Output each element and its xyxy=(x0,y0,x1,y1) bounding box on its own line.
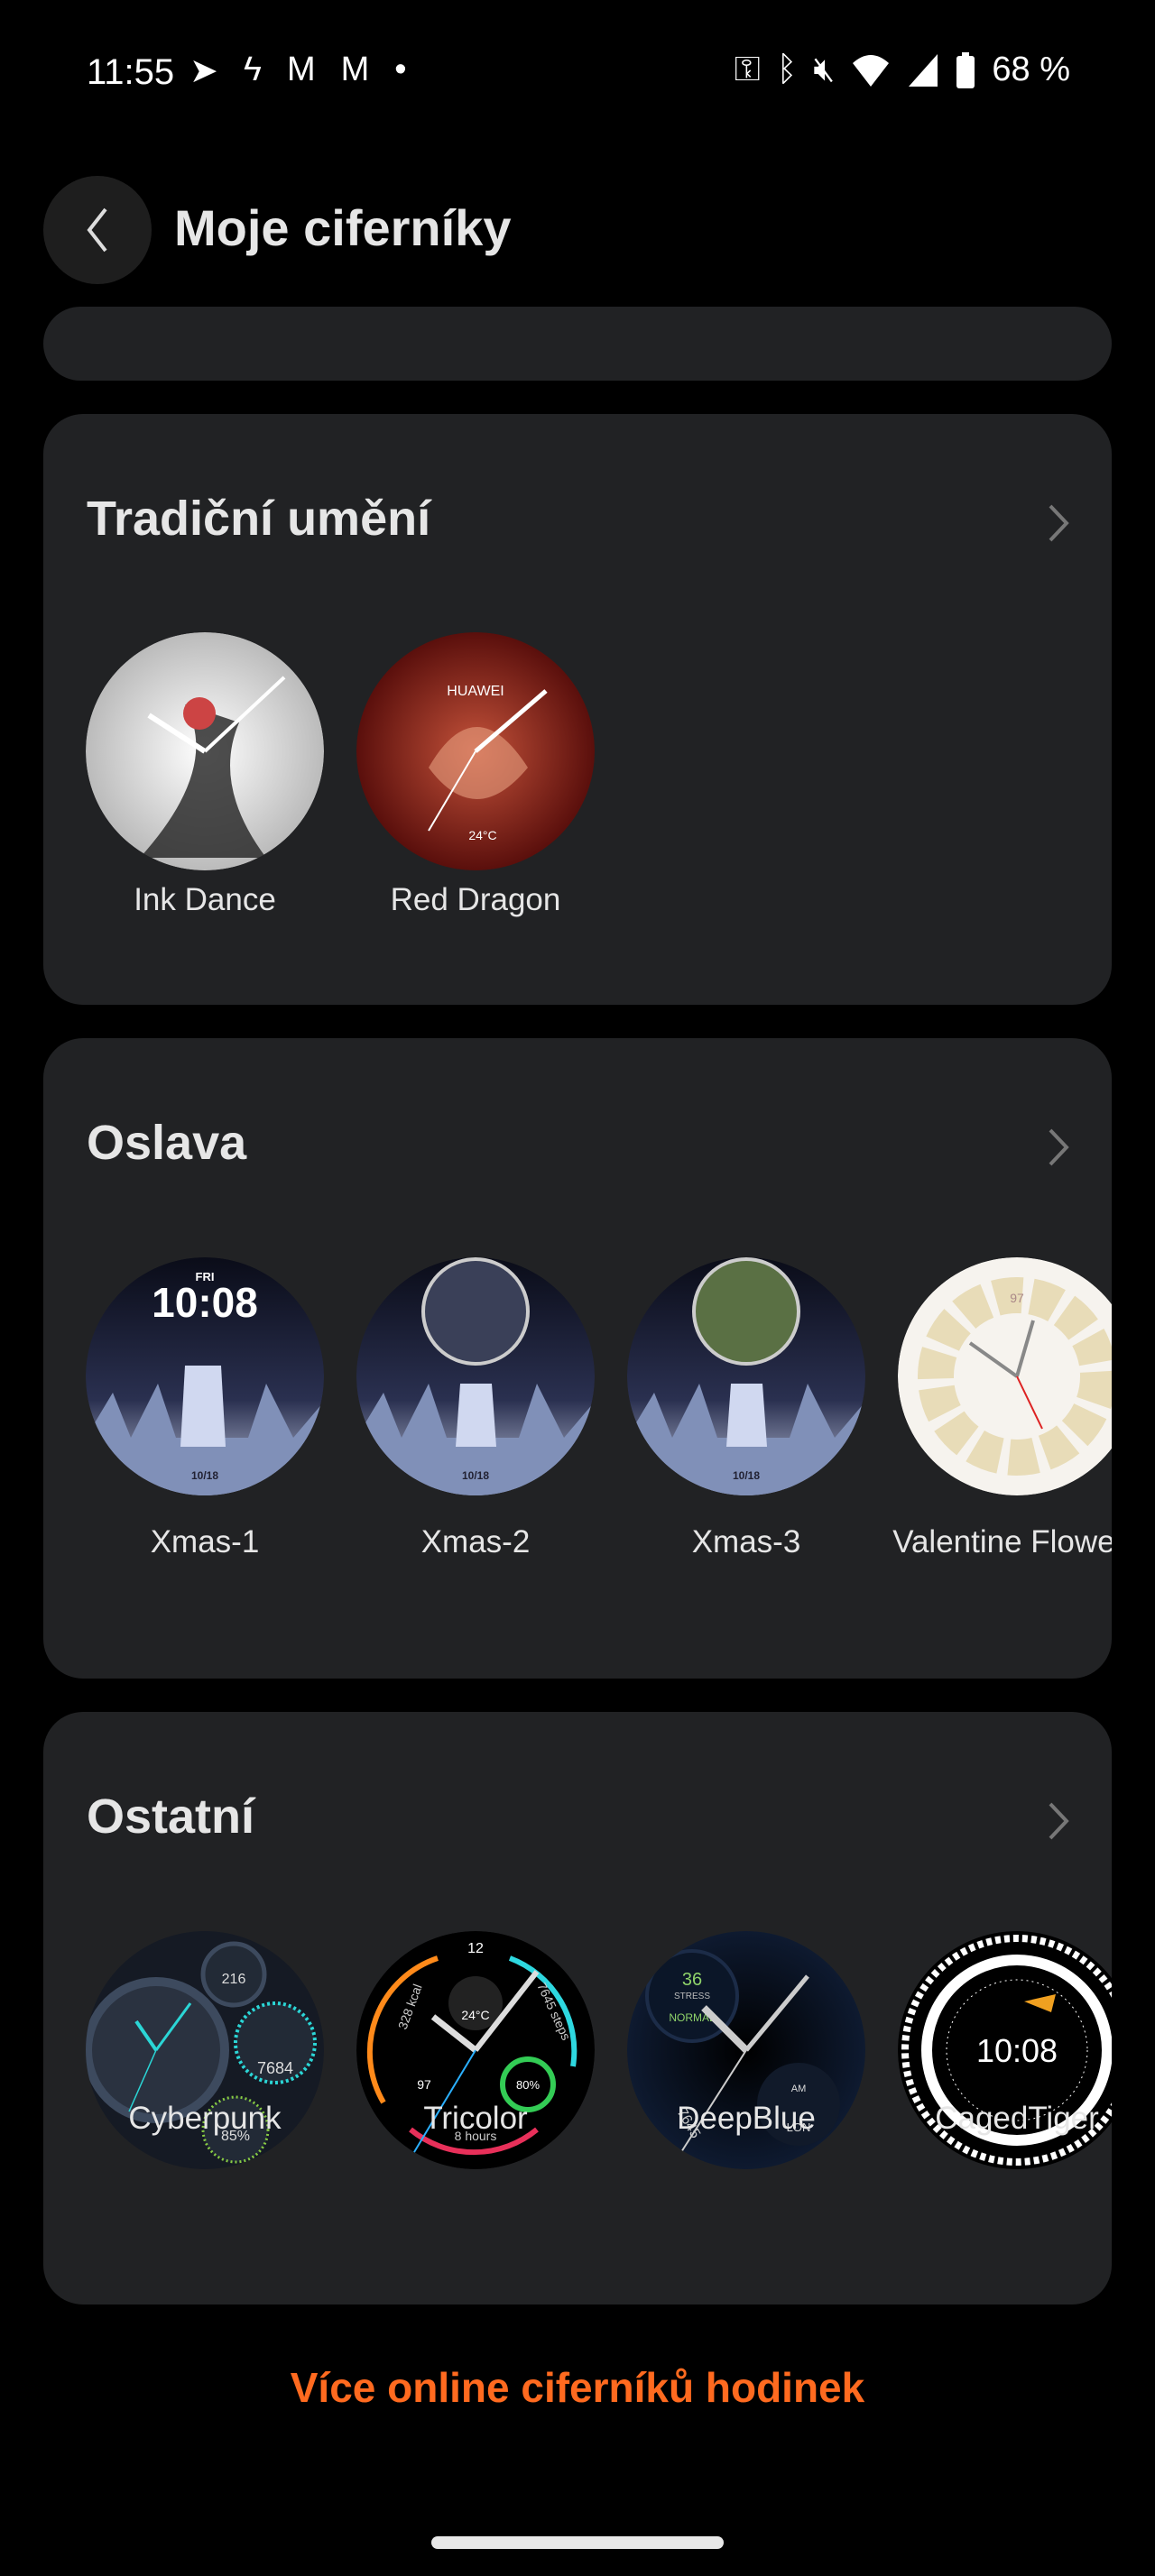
watch-face-label: Tricolor xyxy=(423,2101,528,2136)
steps-text: 7684 xyxy=(257,2059,293,2077)
watch-face-valentine-flowers[interactable]: 97 xyxy=(898,1257,1112,1495)
watch-face-label: CagedTiger xyxy=(935,2101,1099,2136)
battery-icon xyxy=(956,51,975,88)
watch-face-xmas-1[interactable]: FRI 10:08 10/18 xyxy=(86,1257,324,1495)
chevron-left-icon xyxy=(87,207,107,253)
heart-text: 97 xyxy=(417,2077,431,2092)
temp-text: 24°C xyxy=(468,828,496,842)
section-title: Ostatní xyxy=(87,1789,255,1844)
watch-face-label: Ink Dance xyxy=(134,882,276,917)
page-title: Moje ciferníky xyxy=(174,199,512,256)
chevron-right-icon[interactable] xyxy=(1040,501,1076,546)
watch-face-red-dragon[interactable]: HUAWEI 24°C xyxy=(356,632,595,870)
date-text: 10/18 xyxy=(733,1469,760,1482)
gmail-icon: M xyxy=(340,51,370,88)
watch-face-label: DeepBlue xyxy=(677,2101,816,2136)
kcal-text: 216 xyxy=(222,1972,246,1987)
stress-value: 36 xyxy=(682,1970,702,1990)
watch-face-label: Cyberpunk xyxy=(128,2101,282,2136)
vpn-key-icon: ⚿ xyxy=(734,51,761,88)
chevron-right-icon[interactable] xyxy=(1040,1125,1076,1170)
section-celebration: Oslava FRI 10:08 10/18 Xmas-1 10/18 Xmas… xyxy=(43,1038,1112,1679)
hour-text: 12 xyxy=(467,1941,484,1956)
messenger-icon: ϟ xyxy=(243,51,262,88)
wifi-icon xyxy=(853,54,890,87)
gmail-icon: M xyxy=(286,51,316,88)
bluetooth-icon: ᛒ xyxy=(776,51,798,88)
ampm-text: AM xyxy=(791,2084,807,2094)
status-bar: 11:55 ➤ ϟ M M • ⚿ ᛒ 🔇︎ 68 % xyxy=(0,47,1155,101)
status-time: 11:55 xyxy=(87,52,175,92)
value-text: 97 xyxy=(1010,1291,1024,1305)
section-title: Tradiční umění xyxy=(87,492,431,546)
watch-face-label: Red Dragon xyxy=(390,882,561,917)
watch-face-label: Valentine Flowers xyxy=(892,1524,1112,1559)
battery-text: 80% xyxy=(516,2078,540,2092)
signal-icon xyxy=(909,53,938,87)
section-traditional-art: Tradiční umění Ink Dance HUAWEI 24°C Red… xyxy=(43,414,1112,1005)
watch-face-ink-dance[interactable] xyxy=(86,632,324,870)
date-text: 10/18 xyxy=(191,1469,218,1482)
stress-label: STRESS xyxy=(674,1992,710,2001)
section-title: Oslava xyxy=(87,1116,247,1170)
more-online-watch-faces-link[interactable]: Více online ciferníků hodinek xyxy=(0,2363,1155,2412)
watch-face-xmas-2[interactable]: 10/18 xyxy=(356,1257,595,1495)
home-gesture-bar[interactable] xyxy=(431,2536,724,2549)
time-text: 10:08 xyxy=(152,1279,258,1326)
previous-card xyxy=(43,307,1112,381)
back-button[interactable] xyxy=(43,176,152,284)
mute-vibrate-icon: 🔇︎ xyxy=(813,51,836,88)
section-other: Ostatní 216 7684 85% Cyberpunk 12 24°C 3… xyxy=(43,1712,1112,2305)
date-text: 10/18 xyxy=(462,1469,489,1482)
watch-face-label: Xmas-3 xyxy=(691,1524,801,1559)
watch-face-label: Xmas-1 xyxy=(150,1524,260,1559)
watch-face-label: Xmas-2 xyxy=(420,1524,531,1559)
chevron-right-icon[interactable] xyxy=(1040,1799,1076,1844)
time-text: 10:08 xyxy=(976,2032,1058,2069)
temp-text: 24°C xyxy=(461,2008,489,2022)
watch-face-xmas-3[interactable]: 10/18 xyxy=(627,1257,865,1495)
telegram-icon: ➤ xyxy=(189,52,218,90)
battery-percent: 68 % xyxy=(992,51,1070,88)
dot-icon: • xyxy=(394,51,407,88)
brand-text: HUAWEI xyxy=(447,684,504,699)
